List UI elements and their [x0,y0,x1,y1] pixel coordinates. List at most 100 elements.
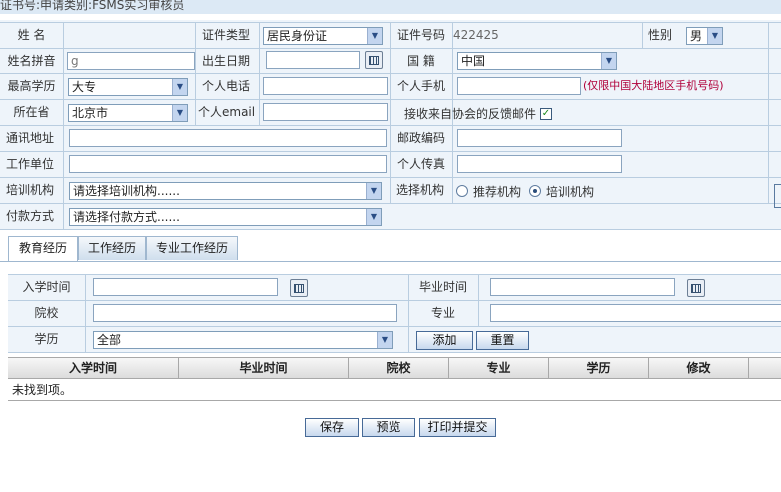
nationality-select[interactable]: 中国 ▼ [457,52,617,70]
mobile-label: 个人手机 [397,79,446,93]
degree-select[interactable]: 全部 ▼ [93,331,393,349]
school-input[interactable] [93,304,397,322]
phone-label: 个人电话 [202,79,251,93]
major-label: 专业 [430,306,455,320]
education-value: 大专 [72,80,97,94]
recommend-org-radio[interactable] [456,185,468,197]
training-org-value: 请选择培训机构...... [73,184,180,198]
province-value: 北京市 [72,106,109,120]
id-type-label: 证件类型 [202,28,251,42]
gender-select[interactable]: 男 ▼ [686,27,723,45]
pinyin-input[interactable]: g [67,52,195,70]
preview-button[interactable]: 预览 [362,418,415,437]
grid-empty-text: 未找到项。 [12,383,73,397]
recommend-org-label: 推荐机构 [473,185,522,199]
birth-date-label: 出生日期 [202,54,251,68]
education-grid-header: 入学时间 毕业时间 院校 专业 学历 修改 [8,357,781,379]
divider [8,352,781,353]
choose-org-label: 选择机构 [396,183,445,197]
tab-education[interactable]: 教育经历 [8,236,78,262]
training-org-label: 培训机构 [6,183,55,197]
birth-date-input[interactable] [266,51,360,69]
employer-input[interactable] [69,155,387,173]
payment-value: 请选择付款方式...... [73,210,180,224]
address-input[interactable] [69,129,387,147]
chevron-down-icon: ▼ [707,28,722,44]
province-select[interactable]: 北京市 ▼ [68,104,188,122]
nationality-label: 国 籍 [407,54,435,68]
divider [0,203,781,204]
divider [8,300,781,301]
chevron-down-icon: ▼ [367,28,382,44]
id-type-value: 居民身份证 [267,29,328,43]
end-date-label: 毕业时间 [418,280,467,294]
side-button-edge[interactable] [774,184,781,208]
postcode-label: 邮政编码 [397,131,446,145]
divider [478,274,479,326]
fax-label: 个人传真 [397,157,446,171]
calendar-icon[interactable] [687,279,705,297]
start-date-input[interactable] [93,278,278,296]
chevron-down-icon: ▼ [377,332,392,348]
province-label: 所在省 [13,105,50,119]
education-select[interactable]: 大专 ▼ [68,78,188,96]
calendar-icon[interactable] [290,279,308,297]
chevron-down-icon: ▼ [366,183,381,199]
payment-select[interactable]: 请选择付款方式...... ▼ [69,208,382,226]
grid-col-major: 专业 [449,358,549,378]
id-type-select[interactable]: 居民身份证 ▼ [263,27,383,45]
divider [0,229,781,230]
feedback-checkbox[interactable]: ✓ [540,108,552,120]
grid-col-start-date: 入学时间 [8,358,179,378]
grid-col-school: 院校 [349,358,449,378]
divider [642,22,643,48]
chevron-down-icon: ▼ [172,105,187,121]
training-org-select[interactable]: 请选择培训机构...... ▼ [69,182,382,200]
add-button[interactable]: 添加 [416,331,473,350]
tab-work[interactable]: 工作经历 [78,236,146,260]
page-header: 证书号:申请类别:FSMS实习审核员 [0,0,781,14]
chevron-down-icon: ▼ [172,79,187,95]
gender-label: 性别 [648,28,673,42]
chevron-down-icon: ▼ [366,209,381,225]
postcode-input[interactable] [457,129,622,147]
nationality-value: 中国 [461,54,486,68]
email-input[interactable] [263,103,388,121]
school-label: 院校 [34,306,59,320]
training-org-radio[interactable] [529,185,541,197]
divider [8,326,781,327]
grid-col-edit: 修改 [649,358,749,378]
email-label: 个人email [198,105,256,119]
id-number-value: 422425 [453,28,499,42]
payment-label: 付款方式 [6,209,55,223]
fax-input[interactable] [457,155,622,173]
divider [259,22,260,125]
divider [768,22,769,203]
divider [195,22,196,125]
address-label: 通讯地址 [6,131,55,145]
calendar-icon[interactable] [365,51,383,69]
start-date-label: 入学时间 [22,280,71,294]
header-title: 证书号:申请类别:FSMS实习审核员 [0,0,185,12]
feedback-label: 接收来自协会的反馈邮件 [404,107,537,121]
gender-value: 男 [690,29,703,43]
grid-col-end-date: 毕业时间 [179,358,349,378]
print-submit-button[interactable]: 打印并提交 [419,418,496,437]
save-button[interactable]: 保存 [305,418,359,437]
divider [85,274,86,352]
mobile-input[interactable] [457,77,581,95]
degree-value: 全部 [97,333,122,347]
reset-button[interactable]: 重置 [476,331,529,350]
divider [63,22,64,229]
tab-professional-work[interactable]: 专业工作经历 [146,236,238,260]
end-date-input[interactable] [490,278,675,296]
pinyin-label: 姓名拼音 [7,54,56,68]
divider [8,400,781,401]
id-number-label: 证件号码 [397,28,446,42]
major-input[interactable] [490,304,781,322]
phone-input[interactable] [263,77,388,95]
grid-col-degree: 学历 [549,358,649,378]
name-value [67,27,191,45]
education-label: 最高学历 [7,79,56,93]
degree-label: 学历 [34,332,59,346]
